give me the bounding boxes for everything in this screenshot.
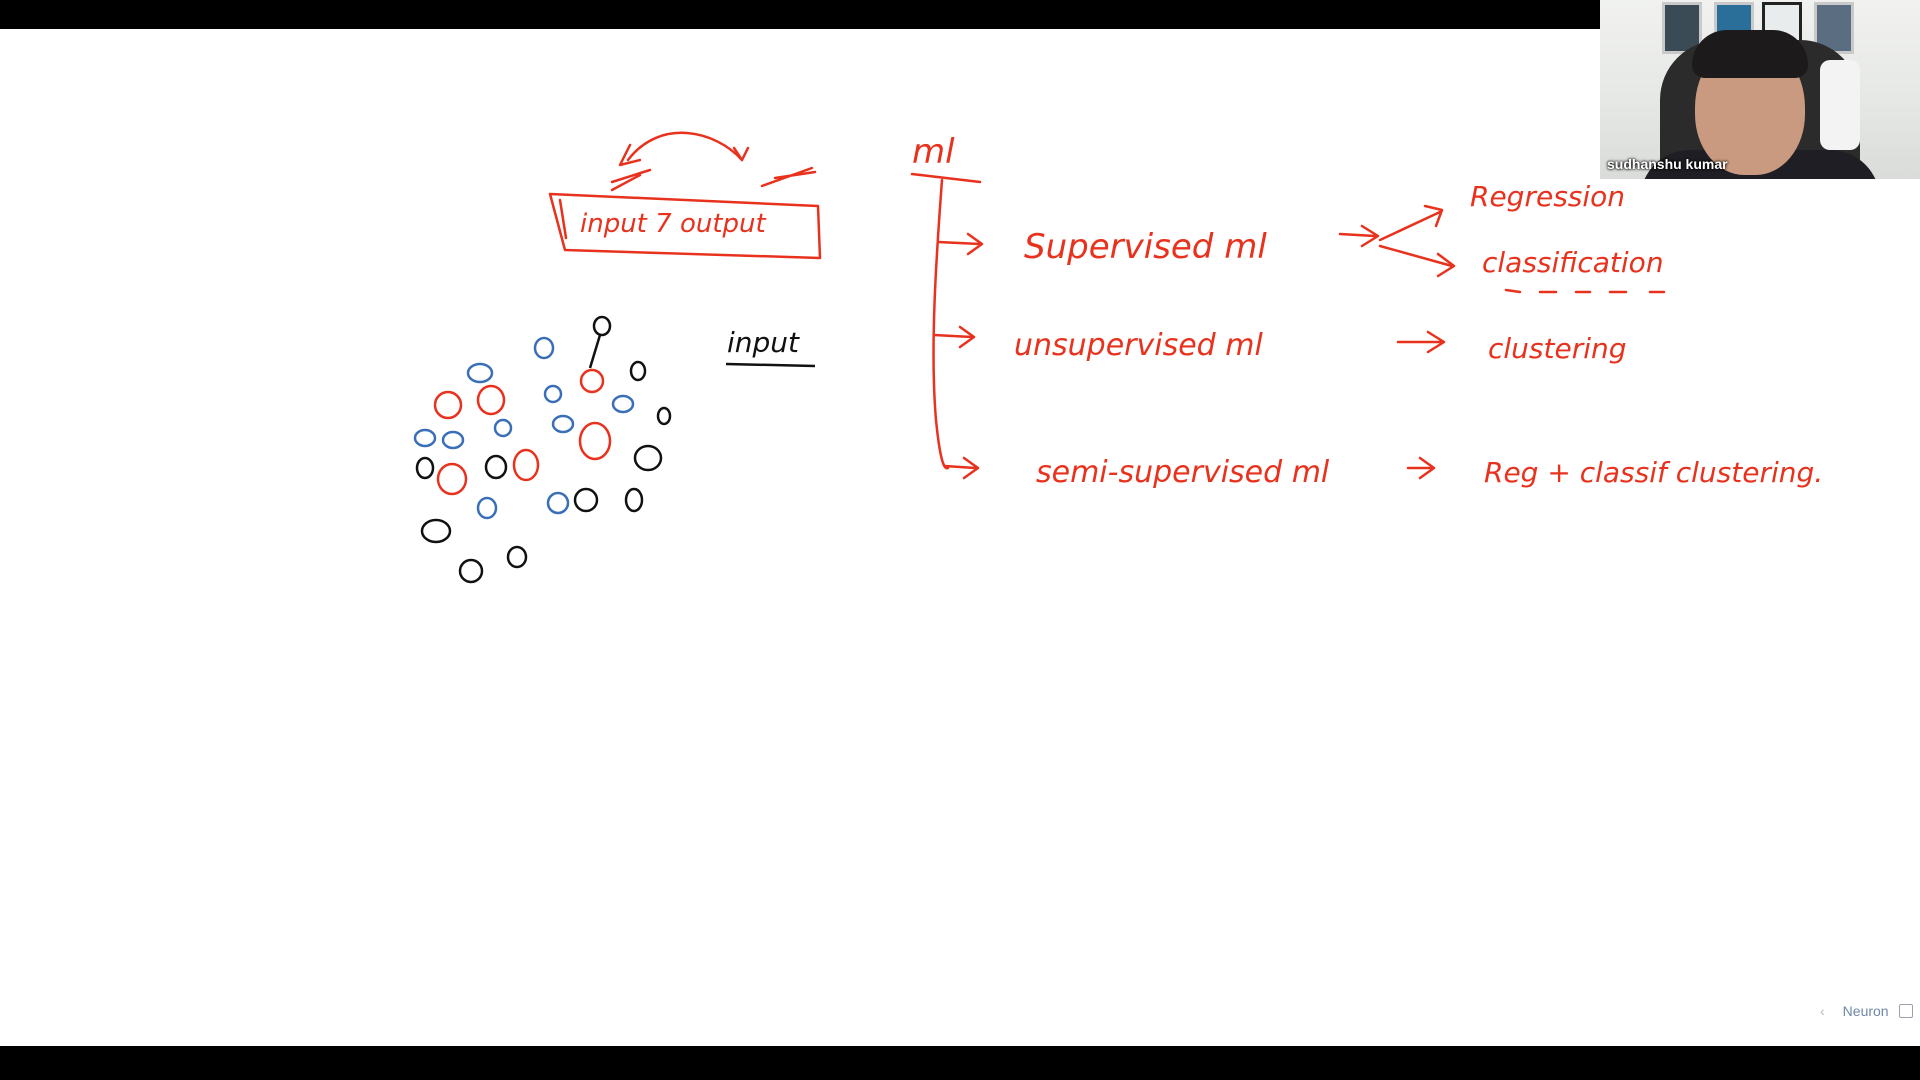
bottom-letterbox-bar — [0, 1046, 1920, 1080]
branch-label-supervised: Supervised ml — [1024, 227, 1267, 267]
arrow-to-classification — [1378, 244, 1456, 278]
branch-arrow-unsupervised — [932, 325, 976, 349]
data-point — [629, 360, 647, 382]
brand-logo-text: Neuron — [1842, 1003, 1889, 1019]
data-point — [579, 368, 605, 394]
arrow-to-semi-targets — [1406, 456, 1436, 480]
data-point — [543, 384, 563, 404]
data-point — [573, 487, 599, 513]
data-point — [578, 421, 612, 461]
data-points-scatter — [413, 315, 672, 584]
data-point — [533, 336, 555, 360]
branch-label-semi-supervised: semi-supervised ml — [1036, 455, 1330, 490]
branch-label-unsupervised: unsupervised ml — [1014, 328, 1263, 363]
expand-icon[interactable] — [1898, 1004, 1913, 1018]
input-underline — [725, 362, 816, 368]
cross-mark-left — [610, 168, 652, 192]
ml-heading: ml — [912, 132, 955, 172]
data-point — [633, 444, 663, 472]
data-point — [476, 496, 498, 520]
chair-wing — [1820, 60, 1860, 150]
data-point — [493, 418, 513, 438]
data-point — [413, 428, 437, 448]
data-point — [441, 430, 465, 450]
data-point — [484, 454, 508, 480]
chevron-left-icon[interactable]: ‹ — [1820, 1003, 1825, 1019]
data-point — [436, 462, 468, 496]
brand-watermark: ‹ Neuron — [1820, 1003, 1913, 1019]
data-point — [466, 362, 494, 384]
presenter-webcam: sudhanshu kumar — [1600, 0, 1920, 179]
data-point — [551, 414, 575, 434]
target-classification: classification — [1482, 246, 1664, 279]
data-point — [611, 394, 635, 414]
data-point — [592, 315, 612, 337]
target-clustering: clustering — [1488, 332, 1627, 365]
cross-mark-right — [760, 166, 817, 188]
data-point-link — [588, 334, 602, 369]
data-point — [458, 558, 484, 584]
data-point — [512, 448, 540, 482]
presenter-hair — [1692, 30, 1808, 78]
data-point — [506, 545, 528, 569]
swap-arrow-head-left — [618, 143, 642, 167]
ml-tree-lines — [910, 172, 1666, 480]
data-point — [656, 406, 672, 426]
branch-arrow-semi — [943, 456, 980, 480]
data-point — [415, 456, 435, 480]
arrow-to-clustering — [1396, 330, 1446, 354]
input-output-box — [548, 131, 822, 260]
box-text: input 7 output — [580, 209, 767, 239]
target-regression: Regression — [1470, 180, 1625, 213]
swap-arrow-curve — [626, 131, 744, 162]
data-point — [433, 390, 463, 420]
target-semi-combined: Reg + classif clustering. — [1484, 456, 1823, 489]
arrow-to-split — [1338, 224, 1380, 248]
input-label: input — [727, 326, 800, 359]
presenter-name-label: sudhanshu kumar — [1607, 156, 1728, 172]
branch-arrow-supervised — [936, 232, 984, 256]
arrow-to-regression — [1378, 204, 1444, 242]
data-point — [624, 487, 644, 513]
classification-dashes — [1504, 288, 1666, 294]
data-point — [420, 518, 452, 544]
ml-trunk — [932, 178, 950, 470]
data-point — [546, 491, 570, 515]
ml-underline — [910, 172, 982, 184]
data-point — [476, 384, 506, 416]
